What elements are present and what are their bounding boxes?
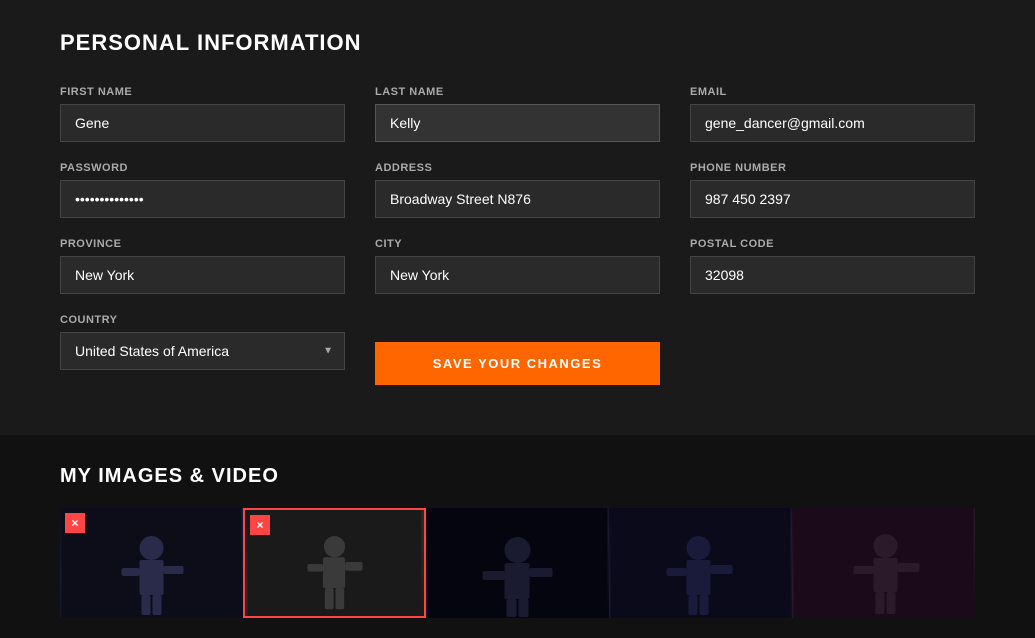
- media-delete-button[interactable]: ×: [250, 515, 270, 535]
- city-input[interactable]: [375, 256, 660, 294]
- phone-label: PHONE NUMBER: [690, 162, 975, 174]
- address-input[interactable]: [375, 180, 660, 218]
- media-item: ×: [60, 508, 243, 618]
- province-group: PROVINCE: [60, 238, 345, 294]
- country-select[interactable]: United States of America Canada United K…: [60, 332, 345, 370]
- city-label: CITY: [375, 238, 660, 250]
- province-input[interactable]: [60, 256, 345, 294]
- personal-info-section: PERSONAL INFORMATION FIRST NAME LAST NAM…: [0, 0, 1035, 435]
- media-section-title: MY IMAGES & VIDEO: [60, 465, 975, 488]
- city-group: CITY: [375, 238, 660, 294]
- media-thumbnail: [426, 508, 609, 618]
- phone-group: PHONE NUMBER: [690, 162, 975, 218]
- last-name-input[interactable]: [375, 104, 660, 142]
- password-label: PASSWORD: [60, 162, 345, 174]
- first-name-input[interactable]: [60, 104, 345, 142]
- media-item: [426, 508, 609, 618]
- save-group: SAVE YOUR CHANGES: [375, 314, 660, 385]
- media-thumbnail: [609, 508, 792, 618]
- postal-label: POSTAL CODE: [690, 238, 975, 250]
- form-grid: FIRST NAME LAST NAME EMAIL PASSWORD ADDR…: [60, 86, 975, 385]
- last-name-label: LAST NAME: [375, 86, 660, 98]
- save-button[interactable]: SAVE YOUR CHANGES: [375, 342, 660, 385]
- first-name-label: FIRST NAME: [60, 86, 345, 98]
- media-delete-button[interactable]: ×: [65, 513, 85, 533]
- password-group: PASSWORD: [60, 162, 345, 218]
- media-thumbnail: [792, 508, 975, 618]
- country-select-wrapper: United States of America Canada United K…: [60, 332, 345, 370]
- email-group: EMAIL: [690, 86, 975, 142]
- phone-input[interactable]: [690, 180, 975, 218]
- country-label: COUNTRY: [60, 314, 345, 326]
- postal-group: POSTAL CODE: [690, 238, 975, 294]
- address-group: ADDRESS: [375, 162, 660, 218]
- media-item: [792, 508, 975, 618]
- media-item: [609, 508, 792, 618]
- media-thumbnail: [245, 510, 424, 616]
- first-name-group: FIRST NAME: [60, 86, 345, 142]
- last-name-group: LAST NAME: [375, 86, 660, 142]
- media-thumbnail: [60, 508, 243, 618]
- media-item: ×: [243, 508, 426, 618]
- province-label: PROVINCE: [60, 238, 345, 250]
- country-group: COUNTRY United States of America Canada …: [60, 314, 345, 385]
- email-label: EMAIL: [690, 86, 975, 98]
- address-label: ADDRESS: [375, 162, 660, 174]
- media-grid: × ×: [60, 508, 975, 618]
- password-input[interactable]: [60, 180, 345, 218]
- email-input[interactable]: [690, 104, 975, 142]
- section-title: PERSONAL INFORMATION: [60, 30, 975, 56]
- postal-input[interactable]: [690, 256, 975, 294]
